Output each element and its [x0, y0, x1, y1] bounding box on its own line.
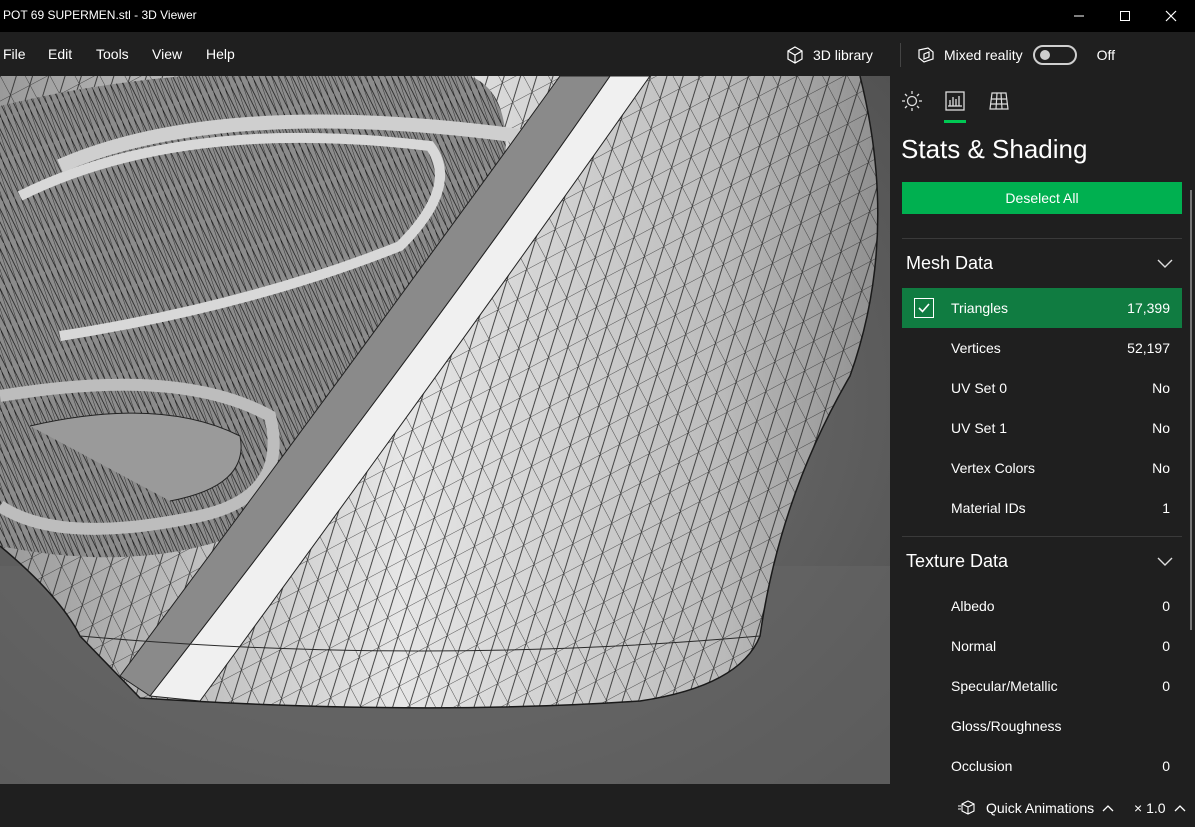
speed-value: × 1.0: [1134, 800, 1166, 816]
stat-row-vertices[interactable]: Vertices 52,197: [902, 328, 1182, 368]
stat-value: 0: [1162, 758, 1170, 774]
3d-library-label: 3D library: [813, 47, 873, 63]
menu-edit[interactable]: Edit: [48, 46, 72, 62]
divider: [902, 536, 1182, 537]
stat-row-uv-set-0[interactable]: UV Set 0 No: [902, 368, 1182, 408]
tab-grid[interactable]: [988, 90, 1010, 112]
mixed-reality-control[interactable]: Mixed reality Off: [916, 44, 1115, 66]
stat-value: No: [1152, 460, 1170, 476]
stat-label: Triangles: [951, 300, 1009, 316]
3d-library-button[interactable]: 3D library: [785, 44, 873, 66]
model-render: [0, 76, 890, 784]
animation-cube-icon: [958, 800, 975, 815]
texture-data-title: Texture Data: [906, 550, 1009, 571]
mixed-reality-state: Off: [1096, 47, 1116, 63]
minimize-icon: [1074, 15, 1084, 17]
stat-value: 1: [1162, 500, 1170, 516]
stat-row-normal[interactable]: Normal 0: [902, 626, 1182, 666]
stat-value: 17,399: [1127, 300, 1170, 316]
tab-lighting[interactable]: [901, 90, 923, 112]
stat-label: Normal: [951, 638, 997, 654]
mixed-reality-icon: [918, 47, 934, 63]
toggle-knob: [1039, 50, 1050, 60]
panel-title: Stats & Shading: [901, 134, 1088, 164]
maximize-icon: [1120, 11, 1130, 21]
stat-label: UV Set 1: [951, 420, 1008, 436]
stat-label: Material IDs: [951, 500, 1026, 516]
menu-file[interactable]: File: [3, 46, 26, 62]
stat-value: No: [1152, 420, 1170, 436]
stat-row-material-ids[interactable]: Material IDs 1: [902, 488, 1182, 528]
stat-label: Gloss/Roughness: [951, 718, 1062, 734]
cube-icon: [787, 46, 803, 64]
stat-label: Vertices: [951, 340, 1001, 356]
title-bar: POT 69 SUPERMEN.stl - 3D Viewer: [0, 0, 1195, 32]
chart-icon: [945, 91, 965, 111]
texture-data-header[interactable]: Texture Data: [902, 546, 1182, 576]
panel-scrollbar[interactable]: [1190, 190, 1192, 630]
stats-panel: Stats & Shading Deselect All Mesh Data T…: [890, 76, 1195, 784]
maximize-button[interactable]: [1102, 0, 1148, 32]
stat-label: Occlusion: [951, 758, 1013, 774]
stat-row-albedo[interactable]: Albedo 0: [902, 586, 1182, 626]
stat-value: 0: [1162, 678, 1170, 694]
stat-value: No: [1152, 380, 1170, 396]
checkmark-icon: [918, 303, 930, 313]
close-button[interactable]: [1148, 0, 1194, 32]
chevron-up-icon: [1102, 805, 1114, 812]
stat-row-gloss-roughness[interactable]: Gloss/Roughness: [902, 706, 1182, 746]
quick-animations-label: Quick Animations: [986, 800, 1095, 816]
stat-label: UV Set 0: [951, 380, 1008, 396]
minimize-button[interactable]: [1056, 0, 1102, 32]
tab-stats[interactable]: [944, 90, 966, 112]
window-title: POT 69 SUPERMEN.stl - 3D Viewer: [3, 8, 197, 22]
divider: [902, 238, 1182, 239]
chevron-up-icon: [1174, 805, 1185, 812]
stat-label: Albedo: [951, 598, 995, 614]
menu-divider: [900, 43, 901, 67]
3d-viewport[interactable]: [0, 76, 890, 784]
row-checkbox[interactable]: [914, 298, 934, 318]
stat-row-vertex-colors[interactable]: Vertex Colors No: [902, 448, 1182, 488]
menu-tools[interactable]: Tools: [96, 46, 129, 62]
chevron-down-icon: [1157, 557, 1173, 566]
sun-icon: [902, 91, 922, 111]
chevron-down-icon: [1157, 259, 1173, 268]
menu-view[interactable]: View: [152, 46, 182, 62]
stat-row-triangles[interactable]: Triangles 17,399: [902, 288, 1182, 328]
speed-control[interactable]: × 1.0: [1134, 800, 1186, 816]
menu-bar: File Edit Tools View Help 3D library Mix…: [0, 32, 1195, 76]
stat-row-uv-set-1[interactable]: UV Set 1 No: [902, 408, 1182, 448]
active-tab-indicator: [944, 120, 966, 123]
quick-animations-button[interactable]: Quick Animations: [958, 800, 1114, 816]
stat-value: 0: [1162, 638, 1170, 654]
stat-label: Specular/Metallic: [951, 678, 1058, 694]
deselect-all-button[interactable]: Deselect All: [902, 182, 1182, 214]
close-icon: [1165, 10, 1177, 22]
mixed-reality-label: Mixed reality: [944, 47, 1023, 63]
stat-value: 52,197: [1127, 340, 1170, 356]
menu-help[interactable]: Help: [206, 46, 235, 62]
stat-row-occlusion[interactable]: Occlusion 0: [902, 746, 1182, 784]
stat-row-specular-metallic[interactable]: Specular/Metallic 0: [902, 666, 1182, 706]
stat-value: 0: [1162, 598, 1170, 614]
grid-icon: [989, 92, 1009, 110]
stat-label: Vertex Colors: [951, 460, 1036, 476]
mesh-data-header[interactable]: Mesh Data: [902, 248, 1182, 278]
mesh-data-title: Mesh Data: [906, 252, 994, 273]
mixed-reality-toggle[interactable]: [1032, 45, 1077, 65]
status-bar: Quick Animations × 1.0: [0, 784, 1195, 827]
